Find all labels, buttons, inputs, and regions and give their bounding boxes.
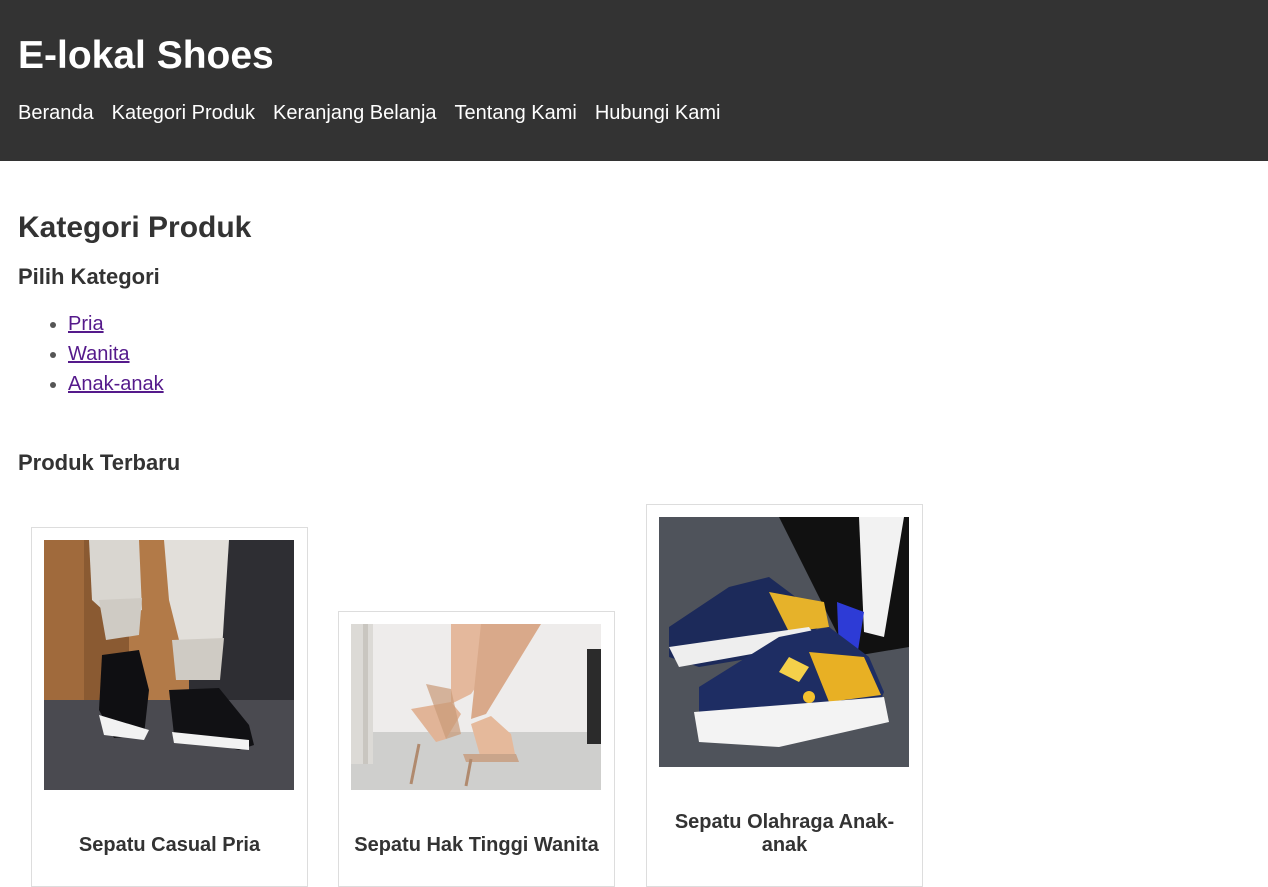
product-card[interactable]: Sepatu Hak Tinggi Wanita <box>338 611 615 887</box>
page-title: Kategori Produk <box>18 211 252 244</box>
category-link-pria[interactable]: Pria <box>68 313 104 335</box>
product-name: Sepatu Casual Pria <box>78 834 261 856</box>
latest-products-heading: Produk Terbaru <box>18 450 181 475</box>
categories-heading: Pilih Kategori <box>18 264 160 289</box>
category-item: Pria <box>68 309 1250 339</box>
site-header: E-lokal Shoes Beranda Kategori Produk Ke… <box>0 0 1268 161</box>
product-image-casual-shoes[interactable] <box>44 540 294 790</box>
category-link-wanita[interactable]: Wanita <box>68 343 130 365</box>
product-card[interactable]: Sepatu Olahraga Anak-anak <box>646 504 923 887</box>
product-name: Sepatu Hak Tinggi Wanita <box>354 834 599 856</box>
category-item: Anak-anak <box>68 369 1250 399</box>
nav-tentang-kami[interactable]: Tentang Kami <box>455 101 577 125</box>
product-card[interactable]: Sepatu Casual Pria <box>31 527 308 887</box>
nav-hubungi-kami[interactable]: Hubungi Kami <box>595 101 721 125</box>
product-image-kids-sport-shoes[interactable] <box>659 517 909 767</box>
category-item: Wanita <box>68 339 1250 369</box>
product-name: Sepatu Olahraga Anak-anak <box>674 811 895 856</box>
main-content: Kategori Produk Pilih Kategori Pria Wani… <box>0 161 1268 476</box>
nav-keranjang-belanja[interactable]: Keranjang Belanja <box>273 101 436 125</box>
category-link-anak-anak[interactable]: Anak-anak <box>68 373 164 395</box>
nav-beranda[interactable]: Beranda <box>18 101 94 125</box>
main-nav: Beranda Kategori Produk Keranjang Belanj… <box>18 101 1250 125</box>
product-image-high-heels[interactable] <box>351 624 601 790</box>
nav-kategori-produk[interactable]: Kategori Produk <box>112 101 255 125</box>
site-title: E-lokal Shoes <box>18 34 274 77</box>
category-list: Pria Wanita Anak-anak <box>18 309 1250 399</box>
